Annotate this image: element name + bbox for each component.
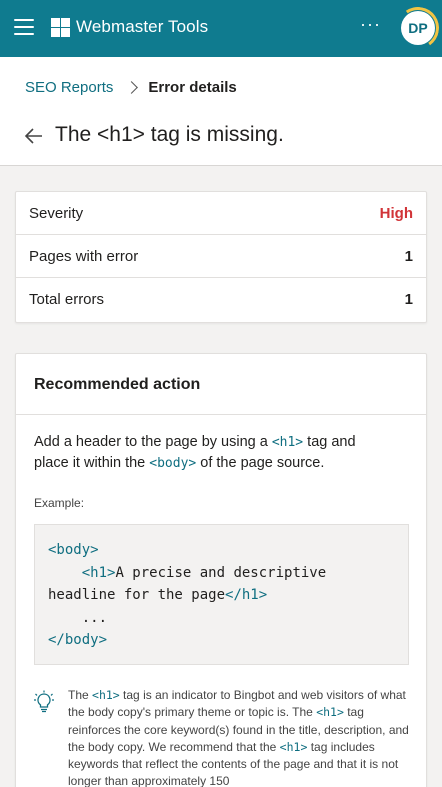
code-text: headline for the page <box>48 587 226 603</box>
summary-label: Severity <box>29 205 84 222</box>
summary-label: Total errors <box>29 291 105 308</box>
code-text: A precise and descriptive <box>115 564 327 581</box>
breadcrumb-current: Error details <box>148 79 237 96</box>
error-summary-card: Severity High Pages with error 1 Total e… <box>15 191 427 323</box>
summary-row-pages: Pages with error 1 <box>16 235 426 278</box>
code-tag: <body> <box>48 542 99 558</box>
recommended-action-card: Recommended action Add a header to the p… <box>15 353 427 787</box>
divider <box>16 414 426 415</box>
avatar[interactable]: DP <box>401 11 435 45</box>
breadcrumb: SEO Reports Error details <box>25 79 237 96</box>
pages-with-error-value: 1 <box>404 248 413 265</box>
recommended-action-text: Add a header to the page by using a <h1>… <box>34 432 394 474</box>
menu-icon[interactable] <box>14 19 34 36</box>
breadcrumb-seo-reports[interactable]: SEO Reports <box>25 79 113 96</box>
severity-value: High <box>379 205 413 222</box>
recommended-action-title: Recommended action <box>34 376 201 393</box>
inline-code: <h1> <box>316 705 344 720</box>
inline-code: <h1> <box>92 688 120 702</box>
summary-row-severity: Severity High <box>16 192 426 235</box>
inline-code: <h1> <box>271 435 304 450</box>
code-tag: </h1> <box>225 587 268 603</box>
inline-code: <h1> <box>279 739 308 754</box>
summary-label: Pages with error <box>29 248 139 265</box>
more-options-icon[interactable]: ··· <box>360 14 381 35</box>
example-label: Example: <box>34 496 85 510</box>
total-errors-value: 1 <box>404 291 413 308</box>
windows-logo-icon <box>51 18 70 37</box>
text-span: of the page source. <box>196 455 325 471</box>
chevron-right-icon <box>125 81 139 94</box>
app-title[interactable]: Webmaster Tools <box>76 17 208 37</box>
top-app-bar: Webmaster Tools ··· DP <box>0 0 442 57</box>
inline-code: <body> <box>149 456 197 471</box>
code-tag: </body> <box>48 632 108 648</box>
back-arrow-icon[interactable] <box>24 126 44 146</box>
page-header: SEO Reports Error details The <h1> tag i… <box>0 57 442 166</box>
text-span: Add a header to the page by using a <box>34 434 272 450</box>
tip-text: The <h1> tag is an indicator to Bingbot … <box>68 687 413 787</box>
code-ellipsis: ... <box>81 609 108 626</box>
code-example: <body> <h1>A precise and descriptive hea… <box>34 524 409 665</box>
lightbulb-icon <box>34 690 54 713</box>
summary-row-total: Total errors 1 <box>16 278 426 321</box>
page-title: The <h1> tag is missing. <box>55 123 284 146</box>
text-span: The <box>68 688 93 702</box>
code-tag: <h1> <box>81 564 116 581</box>
